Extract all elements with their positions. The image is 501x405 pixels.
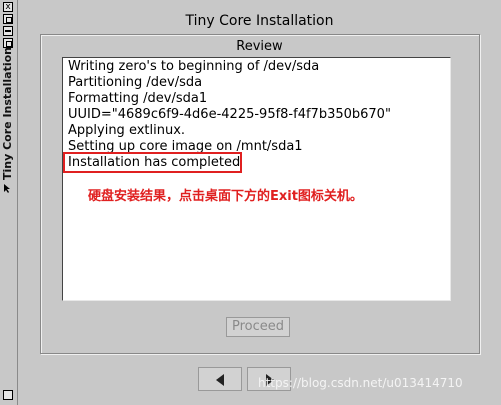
mouse-cursor-icon	[4, 184, 10, 193]
log-line: Partitioning /dev/sda	[68, 75, 203, 90]
review-label: Review	[236, 39, 283, 54]
proceed-button[interactable]: Proceed	[226, 317, 290, 337]
minimize-icon	[5, 30, 11, 32]
minimize-button[interactable]	[3, 26, 13, 36]
window-side-strip: x Tiny Core Installation	[0, 0, 18, 405]
arrow-left-icon	[216, 374, 224, 386]
highlight-box	[63, 152, 242, 173]
back-button[interactable]	[198, 367, 242, 391]
close-button[interactable]: x	[3, 2, 13, 12]
resize-handle[interactable]	[3, 390, 13, 400]
log-line: Formatting /dev/sda1	[68, 91, 208, 106]
window-title: Tiny Core Installation	[185, 13, 334, 29]
review-log[interactable]: Writing zero's to beginning of /dev/sda …	[62, 57, 451, 301]
maximize-icon	[6, 17, 12, 23]
close-icon: x	[5, 2, 11, 12]
log-line: Writing zero's to beginning of /dev/sda	[68, 59, 320, 74]
log-line: UUID="4689c6f9-4d6e-4225-95f8-f4f7b350b6…	[68, 107, 391, 122]
side-window-title: Tiny Core Installation	[1, 47, 14, 180]
watermark: https://blog.csdn.net/u013414710	[258, 376, 463, 390]
annotation-text: 硬盘安装结果，点击桌面下方的Exit图标关机。	[88, 189, 363, 204]
installer-window: Tiny Core Installation Review Writing ze…	[18, 0, 501, 405]
log-line: Applying extlinux.	[68, 123, 186, 138]
maximize-button[interactable]	[3, 14, 13, 24]
